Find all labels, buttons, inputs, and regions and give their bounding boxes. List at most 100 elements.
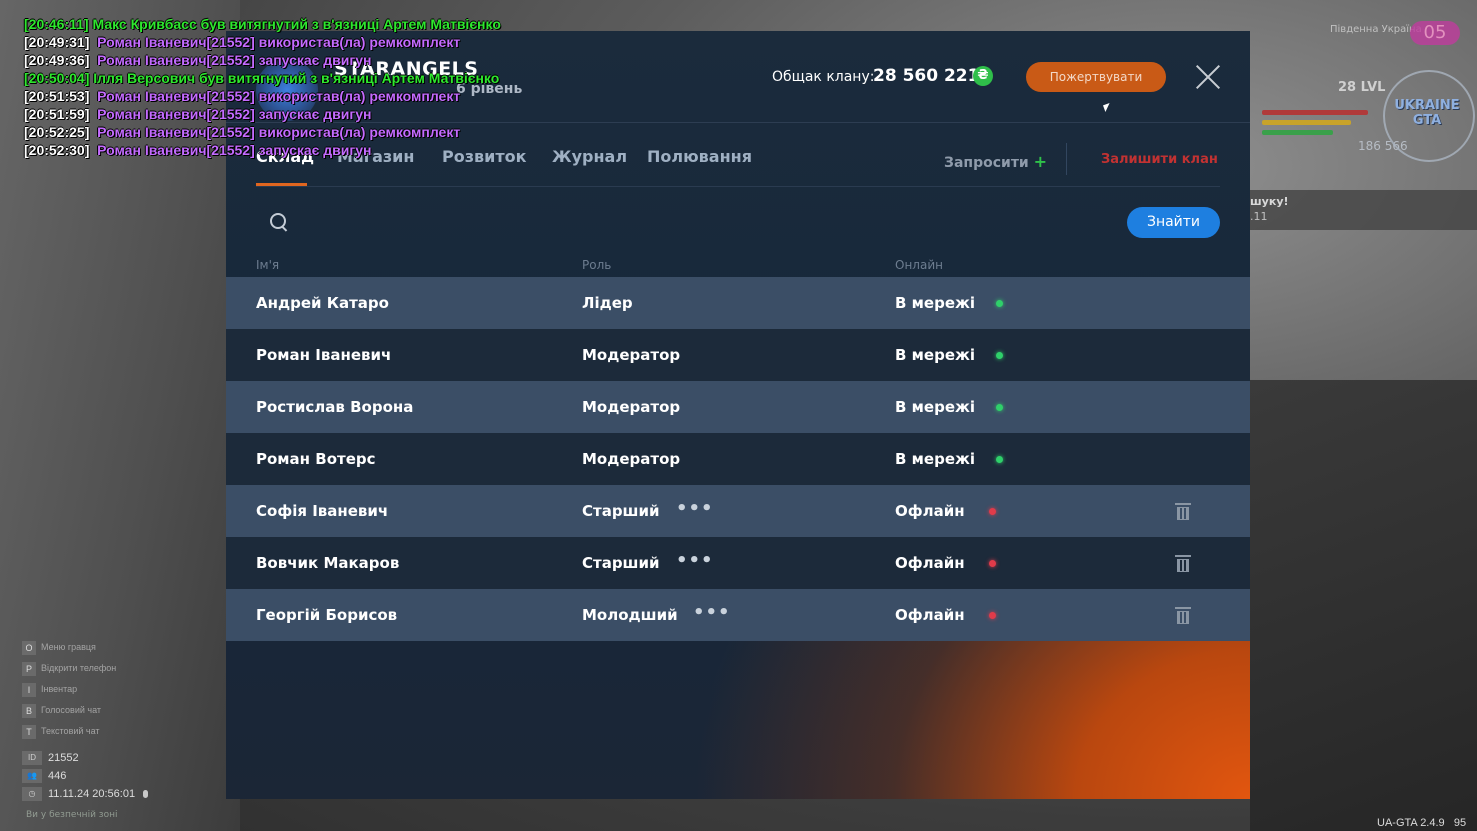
member-role: Лідер bbox=[582, 294, 633, 312]
chat-time: [20:52:30] bbox=[24, 142, 90, 158]
member-role: Старший bbox=[582, 502, 660, 520]
online-indicator bbox=[996, 404, 1003, 411]
chat-text: Роман Іваневич[21552] запускає двигун bbox=[97, 106, 372, 122]
chat-time: [20:49:36] bbox=[24, 52, 90, 68]
table-row[interactable]: Роман Вотерс Модератор В мережі bbox=[226, 433, 1250, 485]
member-name: Софія Іваневич bbox=[256, 502, 389, 520]
chat-time: [20:51:53] bbox=[24, 88, 90, 104]
hud-level: 28 LVL bbox=[1338, 80, 1386, 95]
member-role: Модератор bbox=[582, 450, 681, 468]
chat-time: [20:50:04] bbox=[24, 70, 90, 86]
chat-line: [20:49:31] Роман Іваневич[21552] викорис… bbox=[24, 33, 501, 51]
chat-text: Роман Іваневич[21552] використав(ла) рем… bbox=[97, 34, 461, 50]
chat-log: [20:46:11] Макс Кривбасс був витягнутий … bbox=[24, 15, 501, 159]
hunger-bar bbox=[1262, 120, 1351, 125]
invite-label: Запросити bbox=[944, 155, 1029, 171]
player-id: 21552 bbox=[48, 752, 79, 764]
key-label: Меню гравця bbox=[41, 642, 96, 652]
column-header-name: Ім'я bbox=[256, 258, 280, 272]
chat-text: Роман Іваневич[21552] запускає двигун bbox=[97, 52, 372, 68]
member-status: В мережі bbox=[895, 450, 976, 468]
tab-journal[interactable]: Журнал bbox=[552, 147, 627, 166]
chat-time: [20:49:31] bbox=[24, 34, 90, 50]
close-icon[interactable] bbox=[1193, 62, 1223, 92]
version-label: UA-GTA 2.4.9 95 bbox=[1377, 817, 1466, 829]
notification: шукy! .11 bbox=[1250, 190, 1477, 230]
more-options-icon[interactable]: ••• bbox=[676, 537, 714, 585]
tab-hunting[interactable]: Полювання bbox=[647, 147, 752, 166]
member-name: Роман Вотерс bbox=[256, 450, 376, 468]
offline-indicator bbox=[989, 612, 996, 619]
more-options-icon[interactable]: ••• bbox=[676, 485, 714, 533]
online-indicator bbox=[996, 300, 1003, 307]
table-row[interactable]: Роман Іваневич Модератор В мережі bbox=[226, 329, 1250, 381]
background-floor bbox=[1250, 380, 1477, 831]
leave-clan-button[interactable]: Залишити клан bbox=[1101, 152, 1218, 167]
member-name: Георгій Борисов bbox=[256, 606, 398, 624]
chat-text: Макс Кривбасс був витягнутий з в'язниці … bbox=[92, 16, 501, 32]
table-row[interactable]: Георгій Борисов Молодший ••• Офлайн bbox=[226, 589, 1250, 641]
currency-icon: ₴ bbox=[973, 66, 993, 86]
table-row[interactable]: Ростислав Ворона Модератор В мережі bbox=[226, 381, 1250, 433]
players-online: 446 bbox=[48, 770, 67, 782]
chat-line: [20:50:04] Ілля Версович був витягнутий … bbox=[24, 69, 501, 87]
hud-zone: Південна Україна bbox=[1330, 24, 1422, 35]
member-role: Старший bbox=[582, 554, 660, 572]
member-status: Офлайн bbox=[895, 554, 965, 572]
notification-title: шукy! bbox=[1250, 195, 1289, 208]
invite-button[interactable]: Запросити + bbox=[944, 152, 1047, 171]
members-table: Андрей Катаро Лідер В мережі Роман Іване… bbox=[226, 277, 1250, 641]
table-row[interactable]: Софія Іваневич Старший ••• Офлайн bbox=[226, 485, 1250, 537]
plus-icon: + bbox=[1033, 152, 1048, 171]
trash-icon[interactable] bbox=[1175, 607, 1191, 624]
member-name: Роман Іваневич bbox=[256, 346, 392, 364]
column-header-online: Онлайн bbox=[895, 258, 943, 272]
key-cap: P bbox=[22, 662, 36, 676]
member-name: Ростислав Ворона bbox=[256, 398, 414, 416]
search-input[interactable] bbox=[296, 207, 1100, 237]
member-status: Офлайн bbox=[895, 502, 965, 520]
tabs-divider bbox=[256, 186, 1220, 187]
safe-zone-notice: Ви у безпечній зоні bbox=[26, 810, 118, 820]
member-name: Андрей Катаро bbox=[256, 294, 389, 312]
chat-time: [20:52:25] bbox=[24, 124, 90, 140]
datetime: 11.11.24 20:56:01 bbox=[48, 788, 136, 800]
key-label: Відкрити телефон bbox=[41, 663, 117, 673]
notification-sub: .11 bbox=[1250, 210, 1268, 223]
online-indicator bbox=[996, 456, 1003, 463]
thirst-bar bbox=[1262, 130, 1333, 135]
key-cap: I bbox=[22, 683, 36, 697]
fps: 95 bbox=[1453, 817, 1467, 829]
chat-line: [20:51:59] Роман Іваневич[21552] запуска… bbox=[24, 105, 501, 123]
chat-text: Роман Іваневич[21552] використав(ла) рем… bbox=[97, 124, 461, 140]
trash-icon[interactable] bbox=[1175, 503, 1191, 520]
players-icon: 👥 bbox=[22, 769, 42, 783]
clock-icon: ◷ bbox=[22, 787, 42, 801]
more-options-icon[interactable]: ••• bbox=[693, 589, 731, 637]
member-role: Модератор bbox=[582, 346, 681, 364]
key-label: Інвентар bbox=[41, 684, 78, 694]
chat-line: [20:49:36] Роман Іваневич[21552] запуска… bbox=[24, 51, 501, 69]
find-button[interactable]: Знайти bbox=[1127, 207, 1220, 238]
microphone-icon bbox=[143, 790, 148, 798]
key-cap: O bbox=[22, 641, 36, 655]
chat-line: [20:46:11] Макс Кривбасс був витягнутий … bbox=[24, 15, 501, 33]
table-row[interactable]: Андрей Катаро Лідер В мережі bbox=[226, 277, 1250, 329]
health-bar bbox=[1262, 110, 1369, 115]
hud-hour: 05 bbox=[1410, 21, 1460, 45]
chat-text: Ілля Версович був витягнутий з в'язниці … bbox=[93, 70, 500, 86]
hud-bars bbox=[1262, 110, 1380, 140]
chat-time: [20:46:11] bbox=[24, 16, 89, 32]
trash-icon[interactable] bbox=[1175, 555, 1191, 572]
offline-indicator bbox=[989, 560, 996, 567]
member-status: Офлайн bbox=[895, 606, 965, 624]
chat-line: [20:52:30] Роман Іваневич[21552] запуска… bbox=[24, 141, 501, 159]
clan-total-label: Общак клану: bbox=[772, 69, 875, 85]
member-role: Модератор bbox=[582, 398, 681, 416]
chat-text: Роман Іваневич[21552] використав(ла) рем… bbox=[97, 88, 461, 104]
server-logo: UKRAINE GTA bbox=[1394, 98, 1460, 128]
member-status: В мережі bbox=[895, 346, 976, 364]
key-cap: T bbox=[22, 725, 36, 739]
table-row[interactable]: Вовчик Макаров Старший ••• Офлайн bbox=[226, 537, 1250, 589]
donate-button[interactable]: Пожертвувати bbox=[1026, 62, 1166, 92]
